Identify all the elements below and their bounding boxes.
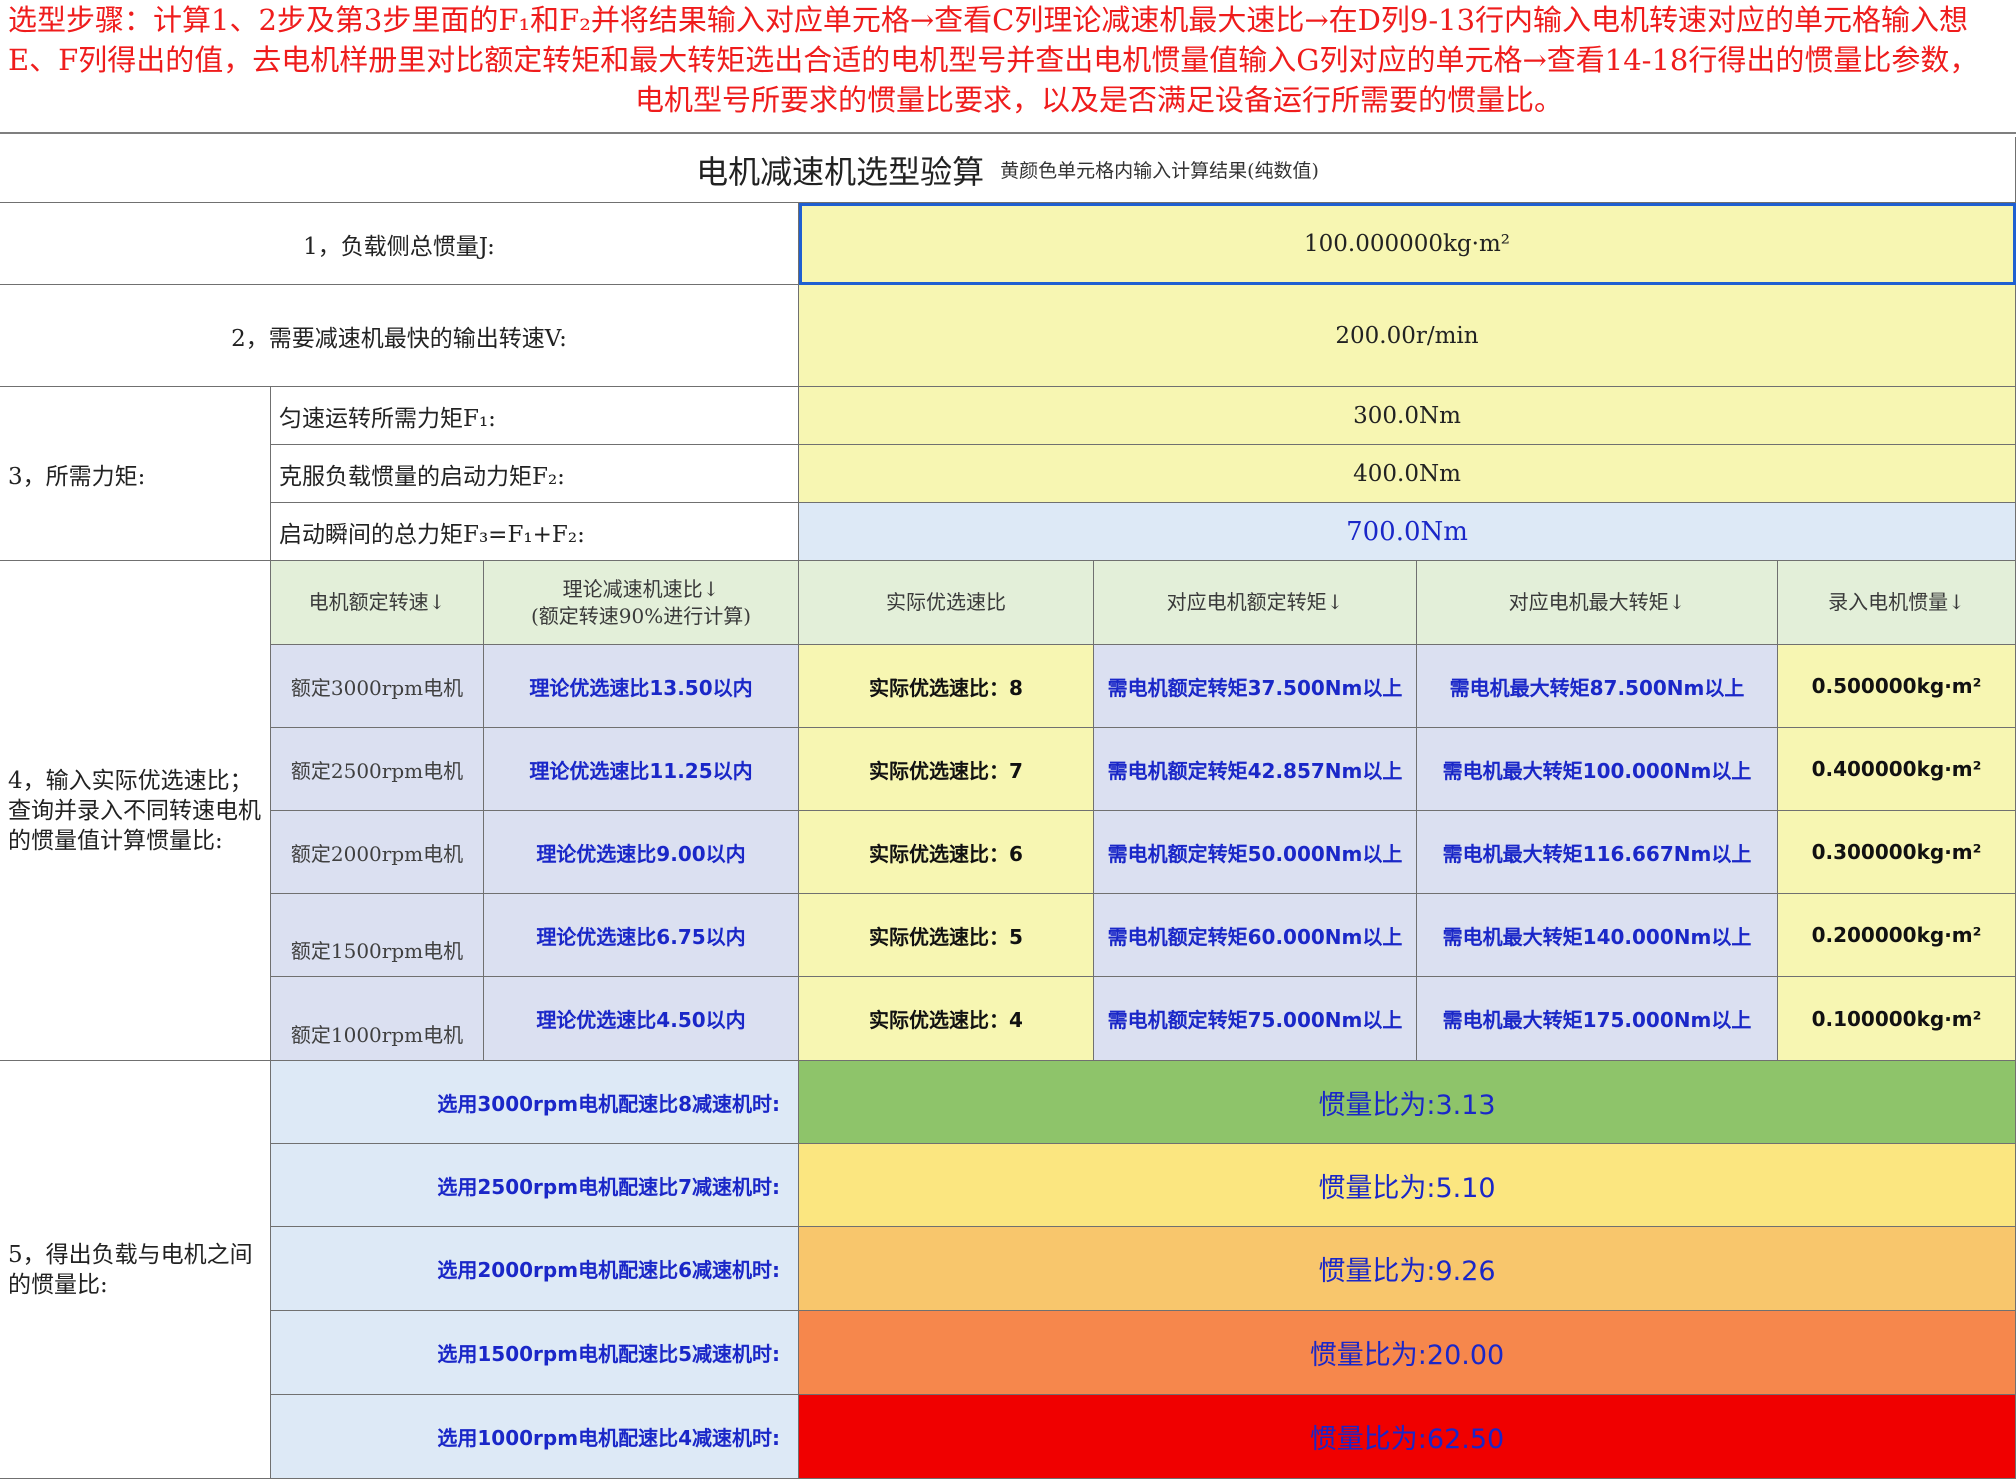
actual-ratio-input[interactable]: 实际优选速比：4 <box>799 977 1094 1061</box>
header-motor-inertia[interactable]: 录入电机惯量↓ <box>1778 561 2016 645</box>
motor-speed-cell[interactable]: 额定2500rpm电机 <box>271 728 484 811</box>
header-theory-ratio-line2: (额定转速90%进行计算) <box>530 603 752 628</box>
rated-torque-cell[interactable]: 需电机额定转矩37.500Nm以上 <box>1094 645 1417 728</box>
max-torque-cell[interactable]: 需电机最大转矩100.000Nm以上 <box>1417 728 1778 811</box>
max-torque-cell[interactable]: 需电机最大转矩175.000Nm以上 <box>1417 977 1778 1061</box>
inertia-ratio-label[interactable]: 选用2000rpm电机配速比6减速机时: <box>271 1227 799 1311</box>
motor-speed-cell[interactable]: 额定3000rpm电机 <box>271 645 484 728</box>
theory-ratio-cell[interactable]: 理论优选速比13.50以内 <box>484 645 799 728</box>
max-torque-cell[interactable]: 需电机最大转矩116.667Nm以上 <box>1417 811 1778 894</box>
step1-label[interactable]: 1，负载侧总惯量J: <box>0 203 799 285</box>
header-actual-ratio[interactable]: 实际优选速比 <box>799 561 1094 645</box>
inertia-ratio-label[interactable]: 选用1000rpm电机配速比4减速机时: <box>271 1395 799 1479</box>
header-motor-speed[interactable]: 电机额定转速↓ <box>271 561 484 645</box>
motor-speed-cell[interactable]: 额定2000rpm电机 <box>271 811 484 894</box>
step4-label[interactable]: 4，输入实际优选速比；查询并录入不同转速电机的惯量值计算惯量比: <box>0 561 271 1061</box>
theory-ratio-cell[interactable]: 理论优选速比6.75以内 <box>484 894 799 977</box>
step3-f1-label[interactable]: 匀速运转所需力矩F₁: <box>271 387 799 445</box>
step1-input[interactable]: 100.000000kg·m² <box>799 203 2016 285</box>
rated-torque-cell[interactable]: 需电机额定转矩75.000Nm以上 <box>1094 977 1417 1061</box>
rated-torque-cell[interactable]: 需电机额定转矩50.000Nm以上 <box>1094 811 1417 894</box>
motor-speed-cell[interactable]: 额定1500rpm电机 <box>271 894 484 977</box>
instruction-line-2: E、F列得出的值，去电机样册里对比额定转矩和最大转矩选出合适的电机型号并查出电机… <box>8 43 1979 77</box>
header-rated-torque[interactable]: 对应电机额定转矩↓ <box>1094 561 1417 645</box>
theory-ratio-cell[interactable]: 理论优选速比11.25以内 <box>484 728 799 811</box>
motor-inertia-input[interactable]: 0.200000kg·m² <box>1778 894 2016 977</box>
rated-torque-cell[interactable]: 需电机额定转矩60.000Nm以上 <box>1094 894 1417 977</box>
motor-inertia-input[interactable]: 0.500000kg·m² <box>1778 645 2016 728</box>
actual-ratio-input[interactable]: 实际优选速比：6 <box>799 811 1094 894</box>
sheet-title: 电机减速机选型验算 <box>696 152 985 191</box>
max-torque-cell[interactable]: 需电机最大转矩87.500Nm以上 <box>1417 645 1778 728</box>
step3-f1-input[interactable]: 300.0Nm <box>799 387 2016 445</box>
motor-inertia-input[interactable]: 0.100000kg·m² <box>1778 977 2016 1061</box>
actual-ratio-input[interactable]: 实际优选速比：8 <box>799 645 1094 728</box>
inertia-ratio-result[interactable]: 惯量比为:20.00 <box>799 1311 2016 1395</box>
divider <box>0 132 2016 134</box>
step3-f2-label[interactable]: 克服负载惯量的启动力矩F₂: <box>271 445 799 503</box>
instruction-line-1: 选型步骤：计算1、2步及第3步里面的F₁和F₂并将结果输入对应单元格→查看C列理… <box>8 3 1969 37</box>
actual-ratio-input[interactable]: 实际优选速比：5 <box>799 894 1094 977</box>
header-theory-ratio[interactable]: 理论减速机速比↓ (额定转速90%进行计算) <box>484 561 799 645</box>
sheet-subtitle: 黄颜色单元格内输入计算结果(纯数值) <box>1000 160 1319 182</box>
inertia-ratio-label[interactable]: 选用1500rpm电机配速比5减速机时: <box>271 1311 799 1395</box>
step3-f2-input[interactable]: 400.0Nm <box>799 445 2016 503</box>
motor-speed-cell[interactable]: 额定1000rpm电机 <box>271 977 484 1061</box>
header-max-torque[interactable]: 对应电机最大转矩↓ <box>1417 561 1778 645</box>
inertia-ratio-result[interactable]: 惯量比为:3.13 <box>799 1061 2016 1144</box>
sheet-title-cell[interactable]: 电机减速机选型验算 黄颜色单元格内输入计算结果(纯数值) <box>0 137 2016 203</box>
inertia-ratio-label[interactable]: 选用3000rpm电机配速比8减速机时: <box>271 1061 799 1144</box>
step2-input[interactable]: 200.00r/min <box>799 285 2016 387</box>
step2-label[interactable]: 2，需要减速机最快的输出转速V: <box>0 285 799 387</box>
instruction-line-3: 电机型号所要求的惯量比要求，以及是否满足设备运行所需要的惯量比。 <box>635 83 1564 117</box>
step5-label[interactable]: 5，得出负载与电机之间的惯量比: <box>0 1061 271 1479</box>
max-torque-cell[interactable]: 需电机最大转矩140.000Nm以上 <box>1417 894 1778 977</box>
step3-f3-label[interactable]: 启动瞬间的总力矩F₃=F₁+F₂: <box>271 503 799 561</box>
inertia-ratio-result[interactable]: 惯量比为:5.10 <box>799 1144 2016 1227</box>
rated-torque-cell[interactable]: 需电机额定转矩42.857Nm以上 <box>1094 728 1417 811</box>
inertia-ratio-result[interactable]: 惯量比为:62.50 <box>799 1395 2016 1479</box>
header-theory-ratio-line1: 理论减速机速比↓ <box>562 576 720 601</box>
actual-ratio-input[interactable]: 实际优选速比：7 <box>799 728 1094 811</box>
inertia-ratio-result[interactable]: 惯量比为:9.26 <box>799 1227 2016 1311</box>
theory-ratio-cell[interactable]: 理论优选速比9.00以内 <box>484 811 799 894</box>
motor-inertia-input[interactable]: 0.400000kg·m² <box>1778 728 2016 811</box>
step3-f3-result[interactable]: 700.0Nm <box>799 503 2016 561</box>
instruction-text: 选型步骤：计算1、2步及第3步里面的F₁和F₂并将结果输入对应单元格→查看C列理… <box>0 0 2016 130</box>
inertia-ratio-label[interactable]: 选用2500rpm电机配速比7减速机时: <box>271 1144 799 1227</box>
step3-label[interactable]: 3，所需力矩: <box>0 387 271 561</box>
motor-inertia-input[interactable]: 0.300000kg·m² <box>1778 811 2016 894</box>
theory-ratio-cell[interactable]: 理论优选速比4.50以内 <box>484 977 799 1061</box>
